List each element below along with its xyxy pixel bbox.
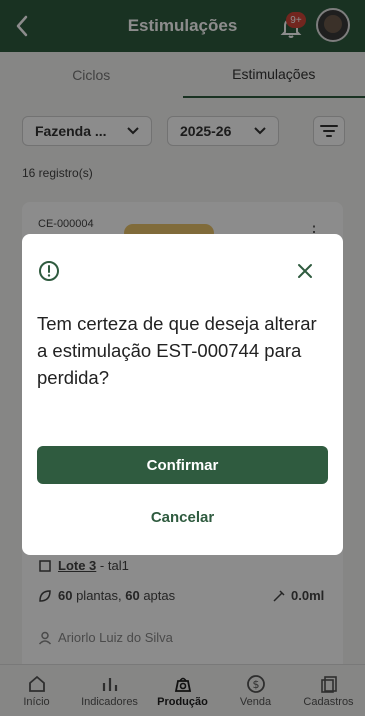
confirm-dialog: Tem certeza de que deseja alterar a esti…: [22, 234, 343, 555]
confirm-button[interactable]: Confirmar: [37, 446, 328, 484]
cancel-button[interactable]: Cancelar: [37, 500, 328, 534]
alert-circle-icon: [39, 261, 59, 281]
close-icon[interactable]: [296, 262, 314, 280]
dialog-message: Tem certeza de que deseja alterar a esti…: [37, 313, 317, 388]
